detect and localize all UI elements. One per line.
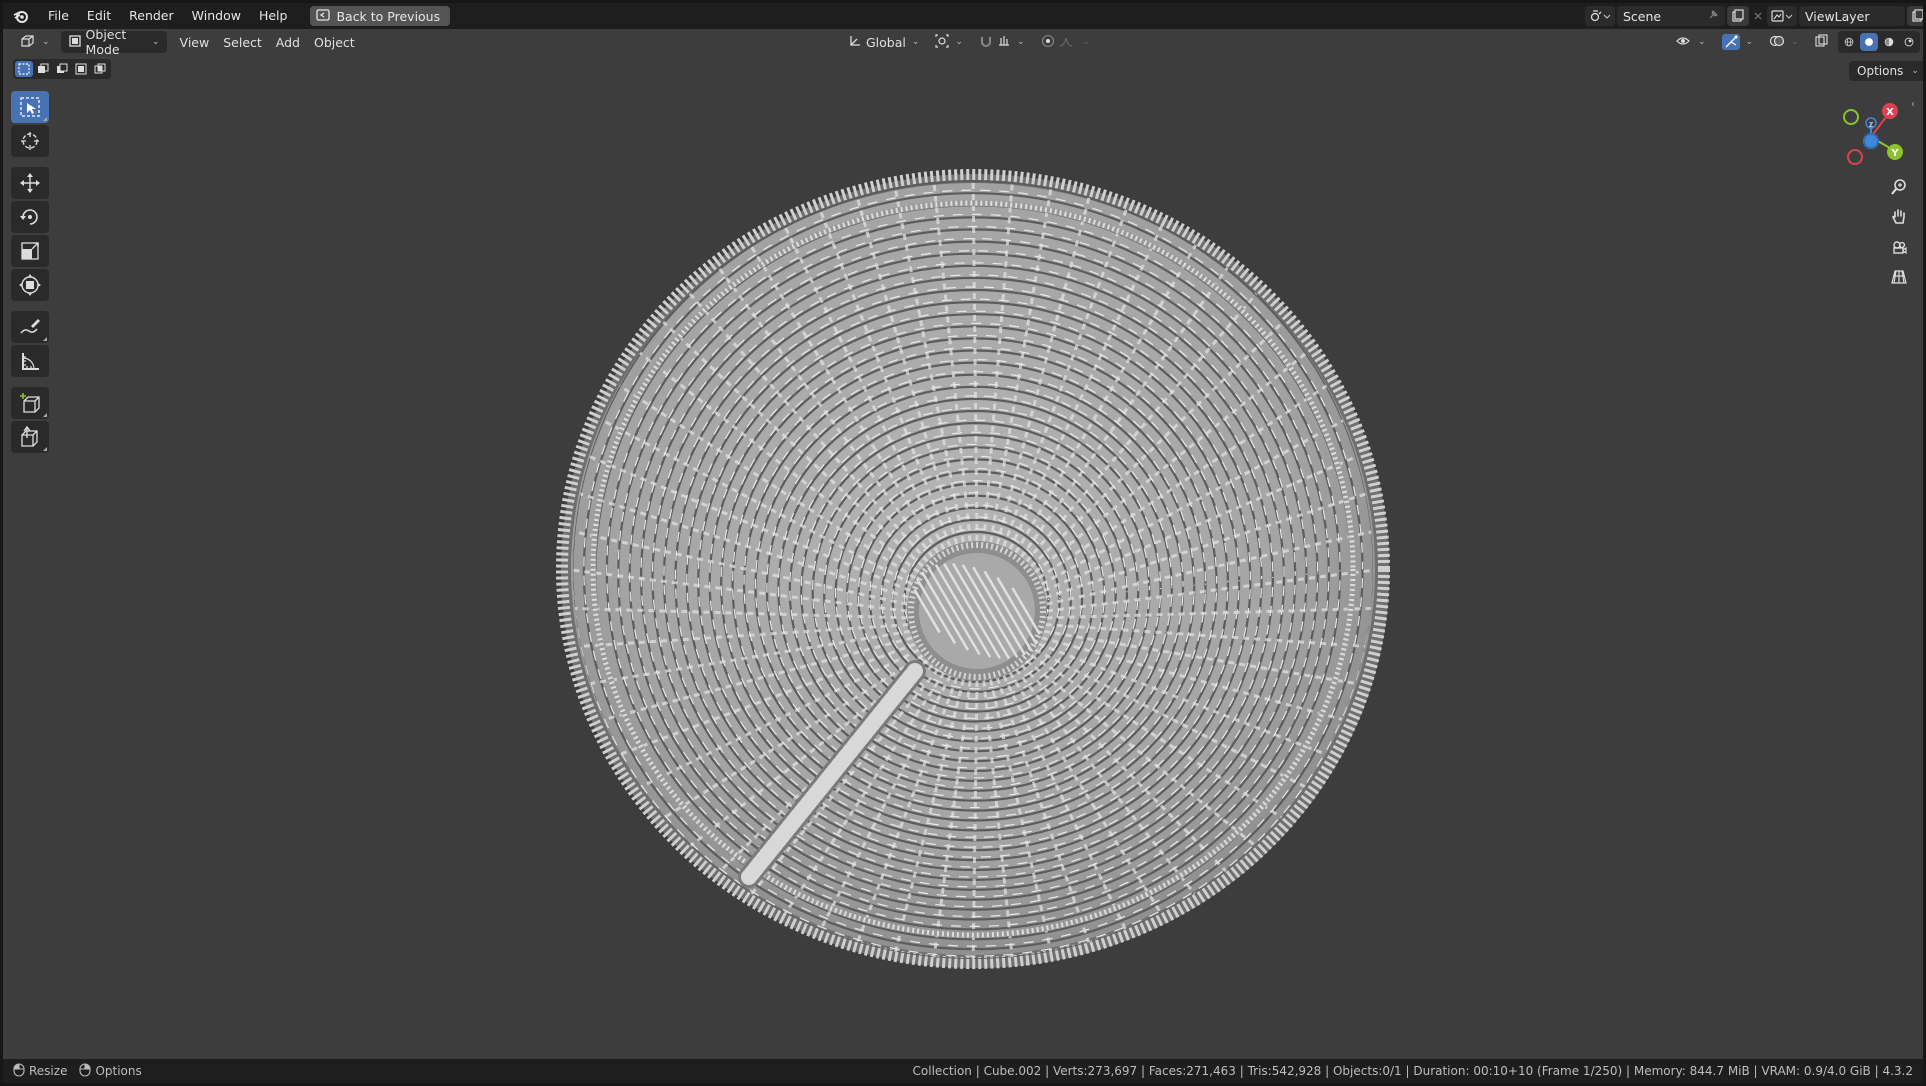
pin-icon[interactable] bbox=[1707, 9, 1719, 24]
proportional-icon bbox=[1041, 34, 1055, 51]
menu-help[interactable]: Help bbox=[250, 3, 297, 29]
xray-icon bbox=[1815, 33, 1829, 51]
gizmo-icon bbox=[1721, 34, 1740, 50]
status-bar: Resize Options Collection | Cube.002 | V… bbox=[3, 1059, 1923, 1083]
3d-viewport-icon bbox=[20, 34, 36, 51]
woven-basket-mesh[interactable] bbox=[3, 55, 1923, 1059]
transform-orientation-dropdown[interactable]: Global ⌄ bbox=[841, 31, 926, 53]
chevron-down-icon: ⌄ bbox=[955, 37, 963, 47]
menu-view[interactable]: View bbox=[173, 31, 217, 53]
chevron-down-icon: ⌄ bbox=[911, 37, 920, 47]
chevron-down-icon: ⌄ bbox=[1791, 37, 1799, 47]
view-layer-selector: ViewLayer bbox=[1767, 6, 1923, 26]
camera-view-icon[interactable] bbox=[1885, 233, 1913, 261]
menu-render[interactable]: Render bbox=[120, 3, 183, 29]
object-visibility-dropdown[interactable]: ⌄ bbox=[1669, 31, 1713, 53]
menu-window[interactable]: Window bbox=[183, 3, 250, 29]
mouse-icon bbox=[13, 1062, 25, 1080]
snap-target-icon bbox=[997, 34, 1011, 51]
shading-mode-group bbox=[1837, 31, 1920, 53]
chevron-down-icon: ⌄ bbox=[1082, 37, 1091, 47]
navigation-gizmo[interactable]: X Y Z bbox=[1833, 99, 1909, 175]
pivot-point-dropdown[interactable]: ⌄ bbox=[928, 31, 970, 53]
menu-object[interactable]: Object bbox=[307, 31, 362, 53]
pivot-icon bbox=[935, 33, 950, 51]
wireframe-shading-icon[interactable] bbox=[1840, 33, 1858, 51]
view-layer-browse-icon[interactable] bbox=[1767, 6, 1797, 26]
back-to-previous-button[interactable]: Back to Previous bbox=[310, 6, 451, 26]
top-menubar: File Edit Render Window Help Back to Pre… bbox=[3, 3, 1923, 29]
scene-name: Scene bbox=[1623, 8, 1662, 24]
gizmo-z-label: Z bbox=[1869, 121, 1874, 129]
chevron-down-icon: ⌄ bbox=[1016, 37, 1025, 47]
blender-logo-icon[interactable] bbox=[3, 3, 39, 29]
overlays-icon bbox=[1769, 34, 1785, 51]
snap-toggle[interactable]: ⌄ bbox=[972, 31, 1032, 53]
menu-file[interactable]: File bbox=[39, 3, 78, 29]
scene-name-field[interactable]: Scene bbox=[1617, 6, 1725, 26]
chevron-down-icon: ⌄ bbox=[1911, 66, 1919, 76]
scene-browse-icon[interactable] bbox=[1585, 6, 1615, 26]
scene-selector: Scene bbox=[1585, 6, 1767, 26]
chevron-down-icon: ⌄ bbox=[1745, 37, 1754, 47]
chevron-down-icon: ⌄ bbox=[1698, 37, 1706, 47]
transform-controls: Global ⌄ ⌄ ⌄ ⌄ bbox=[841, 31, 1097, 53]
magnet-icon bbox=[979, 34, 993, 51]
chevron-down-icon: ⌄ bbox=[42, 37, 50, 47]
rendered-shading-icon[interactable] bbox=[1900, 33, 1918, 51]
orientation-label: Global bbox=[866, 34, 906, 50]
proportional-editing-toggle[interactable]: ⌄ bbox=[1034, 31, 1098, 53]
material-shading-icon[interactable] bbox=[1880, 33, 1898, 51]
mouse-right-icon bbox=[79, 1062, 92, 1080]
view-layer-field[interactable]: ViewLayer bbox=[1799, 6, 1905, 26]
view-layer-name: ViewLayer bbox=[1805, 8, 1870, 24]
gizmo-x-label: X bbox=[1886, 107, 1894, 118]
xray-toggle[interactable] bbox=[1808, 31, 1836, 53]
mode-label: Object Mode bbox=[85, 27, 127, 57]
zoom-icon[interactable] bbox=[1885, 173, 1913, 201]
scene-statistics: Collection | Cube.002 | Verts:273,697 | … bbox=[912, 1064, 1913, 1078]
sidebar-toggle-icon[interactable]: ‹ bbox=[1911, 99, 1915, 110]
menu-select[interactable]: Select bbox=[216, 31, 269, 53]
menu-add[interactable]: Add bbox=[269, 31, 307, 53]
object-mode-icon bbox=[68, 34, 82, 51]
options-hint: Options bbox=[79, 1062, 142, 1080]
falloff-icon bbox=[1059, 34, 1077, 51]
resize-hint: Resize bbox=[13, 1062, 68, 1080]
pan-hand-icon[interactable] bbox=[1885, 203, 1913, 231]
viewport-options-button[interactable]: Options ⌄ bbox=[1849, 61, 1923, 81]
back-screen-icon bbox=[316, 8, 331, 24]
gizmo-toggle[interactable]: ⌄ bbox=[1715, 31, 1761, 53]
back-to-previous-label: Back to Previous bbox=[336, 8, 441, 24]
blender-window: File Edit Render Window Help Back to Pre… bbox=[3, 3, 1923, 1083]
options-hint-label: Options bbox=[95, 1064, 142, 1078]
perspective-grid-icon[interactable] bbox=[1885, 263, 1913, 291]
gizmo-y-label: Y bbox=[1890, 148, 1899, 159]
orientation-icon bbox=[848, 34, 862, 51]
new-view-layer-icon[interactable] bbox=[1907, 6, 1923, 26]
solid-shading-icon[interactable] bbox=[1859, 33, 1878, 51]
viewport-header: ⌄ Object Mode ⌄ View Select Add Object G… bbox=[3, 27, 1923, 57]
new-scene-icon[interactable] bbox=[1727, 6, 1749, 26]
delete-scene-icon[interactable] bbox=[1749, 6, 1767, 26]
mode-dropdown[interactable]: Object Mode ⌄ bbox=[60, 27, 167, 57]
menu-edit[interactable]: Edit bbox=[78, 3, 120, 29]
editor-type-button[interactable]: ⌄ bbox=[13, 31, 57, 53]
overlays-toggle[interactable]: ⌄ bbox=[1762, 31, 1806, 53]
viewport-display-controls: ⌄ ⌄ ⌄ bbox=[1669, 31, 1923, 53]
chevron-down-icon: ⌄ bbox=[152, 37, 160, 47]
resize-label: Resize bbox=[29, 1064, 68, 1078]
eye-select-icon bbox=[1676, 34, 1692, 51]
options-label: Options bbox=[1857, 64, 1904, 78]
